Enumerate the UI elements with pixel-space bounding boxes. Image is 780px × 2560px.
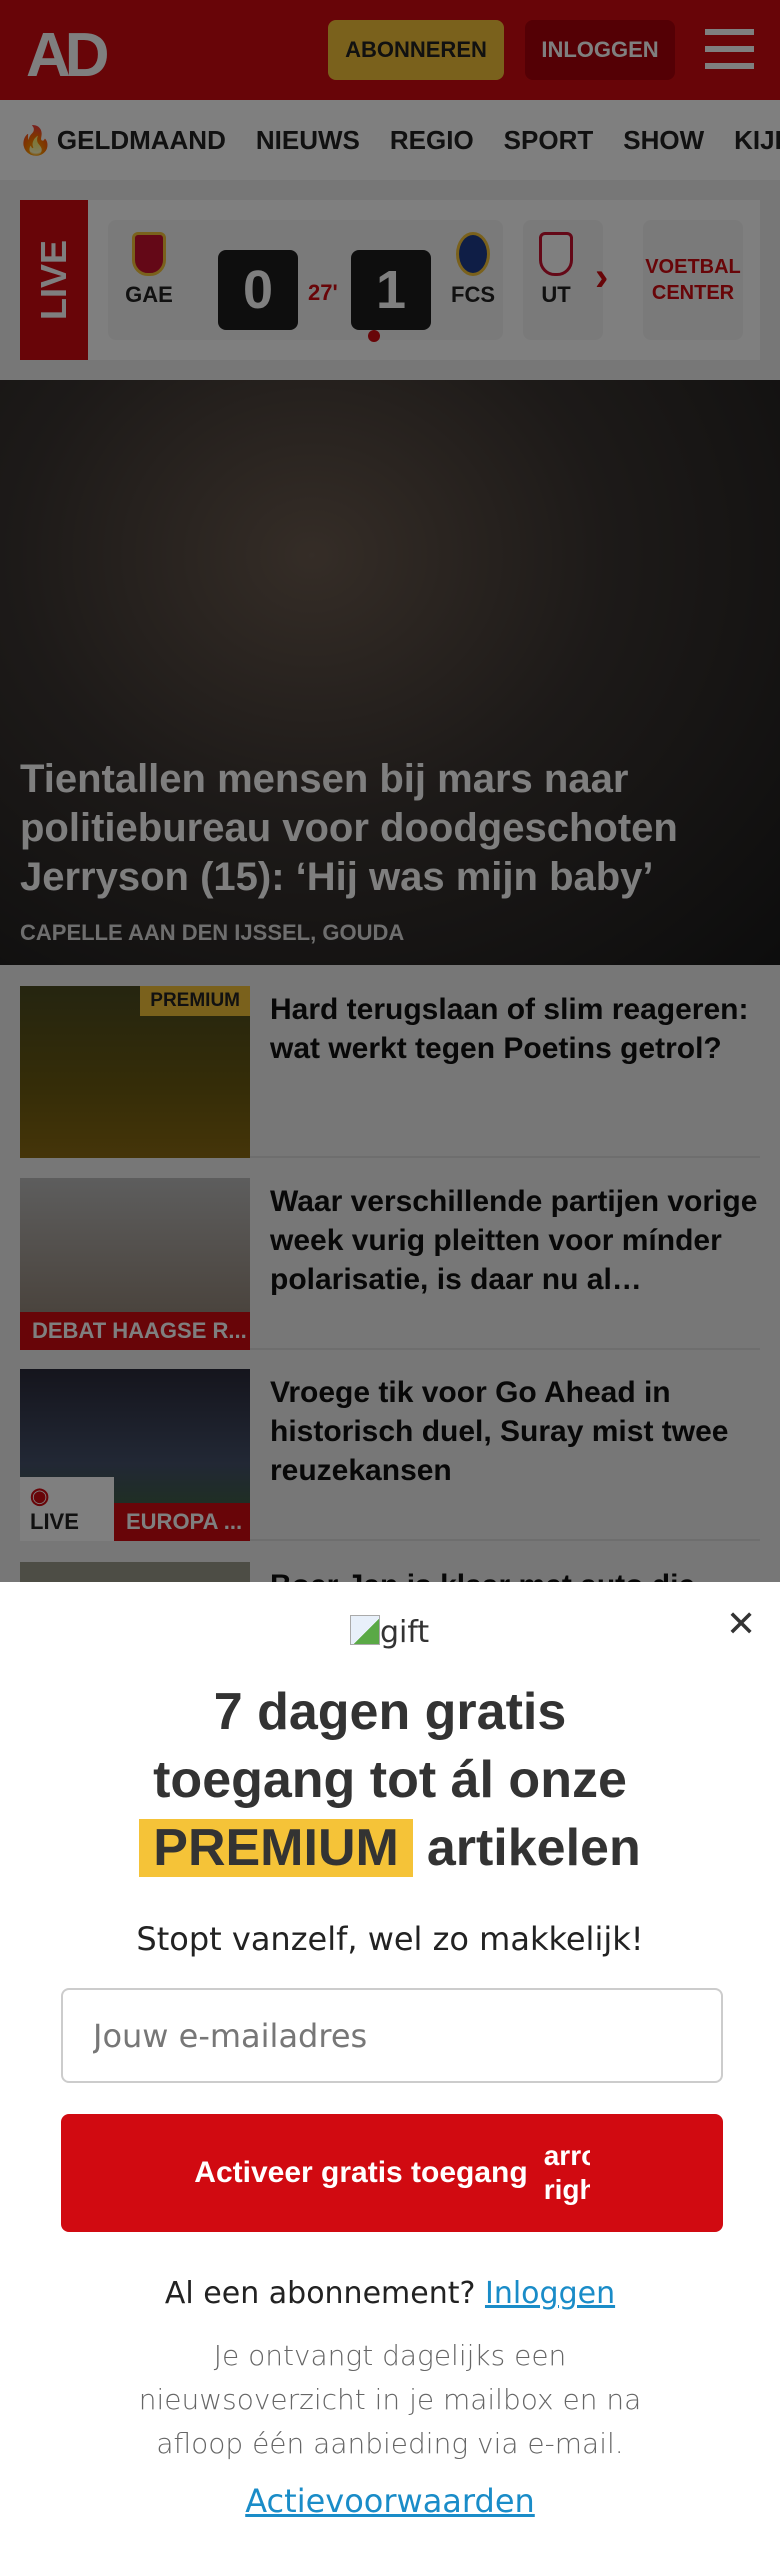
close-icon[interactable]: ✕ [726,1604,756,1645]
terms-link[interactable]: Actievoorwaarden [245,2482,535,2520]
login-prompt: Al een abonnement? Inloggen [164,2276,616,2311]
premium-trial-modal: ✕ gift 7 dagen gratis toegang tot ál onz… [0,1582,780,2560]
info-text: Je ontvangt dagelijks een nieuwsoverzich… [138,2339,642,2460]
modal-subtitle: Stopt vanzelf, wel zo makkelijk! [136,1920,644,1958]
premium-highlight: PREMIUM [139,1819,413,1877]
modal-title-line1: 7 dagen gratis [213,1683,567,1741]
login-link[interactable]: Inloggen [485,2276,615,2311]
terms-link-wrap: Actievoorwaarden [0,2482,780,2520]
email-input[interactable] [61,1988,723,2083]
activate-button[interactable]: Activeer gratis toegangarrow right [61,2114,723,2232]
arrow-right-icon: arrow right [543,2140,590,2205]
modal-title-line2: toegang tot ál onze [153,1751,627,1809]
modal-title-line3: PREMIUM artikelen [0,1818,780,1878]
gift-icon: gift [350,1615,429,1650]
